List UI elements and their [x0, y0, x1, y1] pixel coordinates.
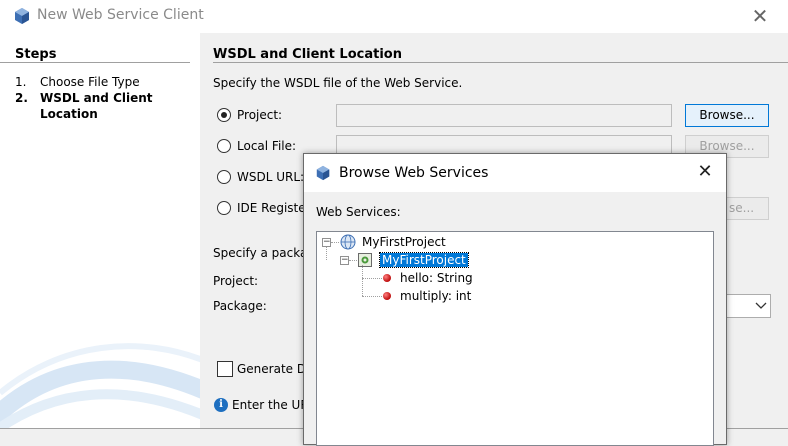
browse-web-services-dialog: Browse Web Services ✕ Web Services: − My… [303, 153, 727, 446]
project-browse-button[interactable]: Browse... [685, 104, 769, 127]
web-service-icon [358, 253, 372, 267]
divider [213, 62, 788, 63]
local-file-radio[interactable] [217, 139, 231, 153]
wsdl-url-radio-label: WSDL URL: [237, 170, 305, 184]
dialog-title: Browse Web Services [339, 165, 489, 181]
chevron-down-icon [755, 302, 767, 309]
package-intro-text: Specify a packa [213, 246, 308, 260]
step-2-label-line2: Location [40, 107, 98, 121]
step-2-number: 2. [15, 91, 28, 105]
step-2-label: WSDL and Client [40, 91, 153, 105]
step-1-number: 1. [15, 75, 27, 89]
section-title: WSDL and Client Location [213, 47, 402, 62]
project-radio[interactable] [217, 108, 231, 122]
tree-root-label[interactable]: MyFirstProject [362, 235, 446, 249]
project-field[interactable] [336, 104, 672, 127]
project-radio-label: Project: [237, 108, 283, 122]
tree-child-label[interactable]: MyFirstProject [379, 252, 469, 268]
web-services-tree[interactable]: − MyFirstProject − MyFirstProject hello:… [316, 231, 714, 446]
project-label: Project: [213, 274, 259, 288]
close-icon[interactable]: ✕ [748, 4, 772, 28]
collapse-icon[interactable]: − [340, 256, 349, 265]
window-title: New Web Service Client [37, 7, 204, 23]
collapse-icon[interactable]: − [322, 238, 331, 247]
main-title-bar: New Web Service Client ✕ [0, 0, 788, 33]
tree-line [362, 278, 382, 279]
instruction-text: Specify the WSDL file of the Web Service… [213, 76, 463, 90]
generate-checkbox[interactable] [217, 361, 233, 377]
web-services-label: Web Services: [316, 205, 401, 219]
ide-registered-radio[interactable] [217, 201, 231, 215]
globe-icon [340, 234, 356, 250]
tree-line [326, 247, 327, 260]
divider [0, 62, 190, 63]
local-file-radio-label: Local File: [237, 139, 297, 153]
steps-heading: Steps [15, 47, 57, 62]
tree-line [362, 296, 382, 297]
wsdl-url-radio[interactable] [217, 170, 231, 184]
close-icon[interactable]: ✕ [694, 161, 716, 183]
decorative-swirl [0, 343, 200, 434]
app-icon [316, 165, 330, 181]
package-label: Package: [213, 299, 267, 313]
dialog-title-bar: Browse Web Services ✕ [304, 154, 726, 192]
ide-registered-radio-label: IDE Registe [237, 201, 306, 215]
info-icon: i [214, 398, 228, 412]
method-icon [383, 292, 391, 300]
tree-line [362, 265, 363, 296]
tree-line [349, 260, 357, 261]
method-icon [383, 274, 391, 282]
generate-checkbox-label: Generate Di [237, 362, 310, 376]
info-text: Enter the UR [232, 398, 309, 412]
method-label[interactable]: multiply: int [400, 289, 471, 303]
method-label[interactable]: hello: String [400, 271, 473, 285]
tree-line [331, 242, 339, 243]
package-combobox[interactable] [720, 294, 771, 318]
app-icon [15, 8, 29, 24]
step-1-label: Choose File Type [40, 75, 140, 89]
